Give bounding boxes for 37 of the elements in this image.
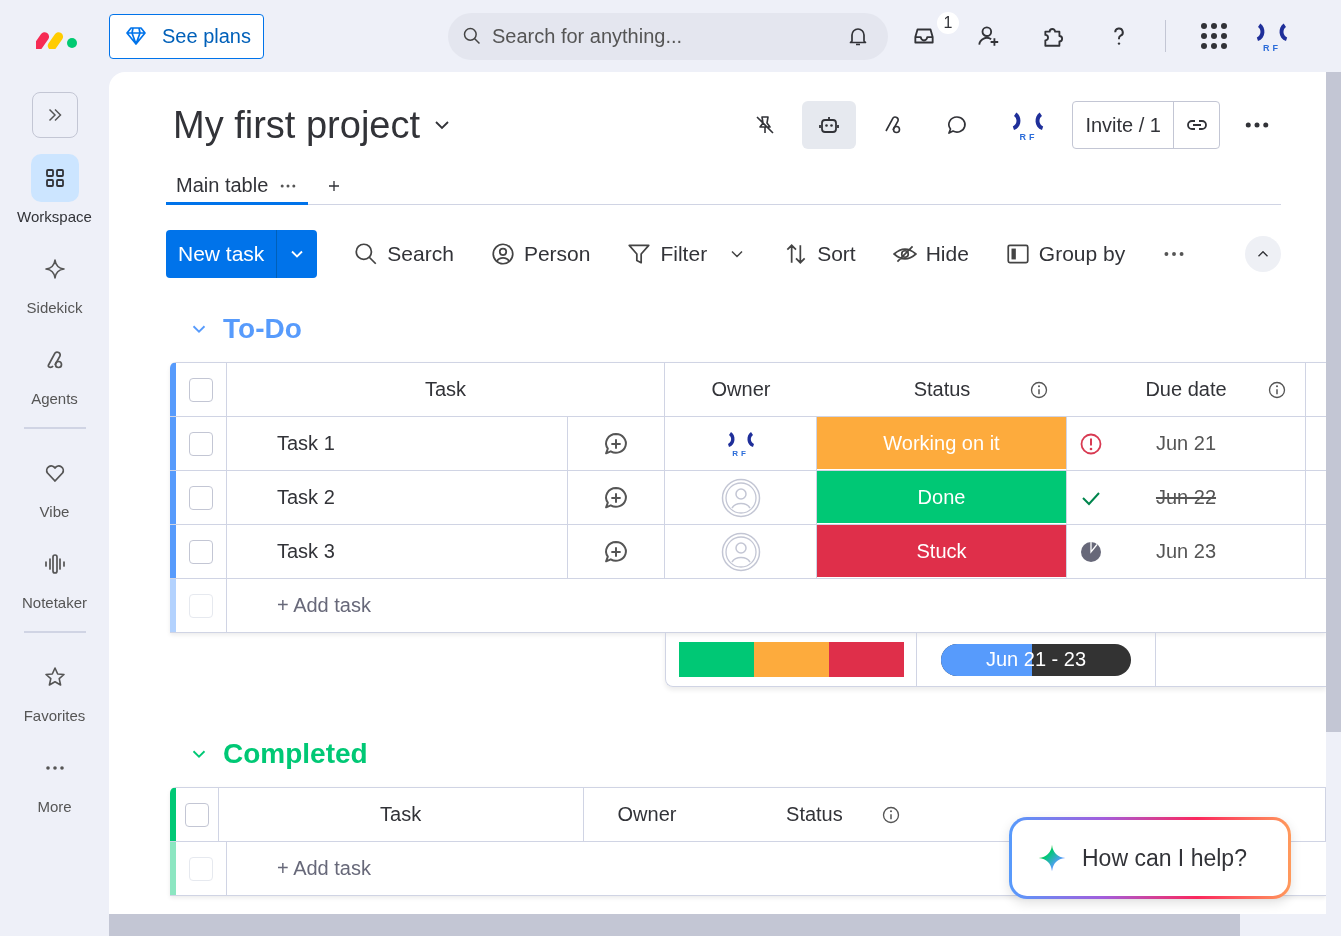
column-header: Task: [218, 788, 584, 841]
assistant-prompt[interactable]: How can I help?: [1009, 817, 1291, 899]
new-task-button[interactable]: New task: [166, 230, 318, 278]
column-header: Owner: [616, 802, 678, 827]
column-header: Due date: [1145, 378, 1227, 401]
board-title[interactable]: My first project: [173, 103, 421, 147]
see-plans-button[interactable]: See plans: [109, 13, 264, 59]
column-header: Status: [913, 378, 971, 401]
column-header: Task: [227, 363, 665, 416]
sidebar-item[interactable]: Favorites: [4, 653, 105, 724]
sidebar-item[interactable]: Workspace: [4, 154, 105, 225]
due-date[interactable]: Jun 22: [1155, 486, 1253, 509]
hide-button[interactable]: Hide: [891, 241, 969, 267]
sidebar-item[interactable]: Agents: [4, 336, 105, 407]
task-name[interactable]: Task 3: [277, 540, 335, 563]
task-name[interactable]: Task 1: [277, 432, 335, 455]
due-date[interactable]: Jun 23: [1155, 540, 1253, 563]
view-tab[interactable]: Main table: [166, 169, 309, 205]
sidebar-item[interactable]: More: [4, 744, 105, 815]
due-date[interactable]: Jun 21: [1155, 432, 1253, 455]
sidebar-item[interactable]: Notetaker: [4, 540, 105, 611]
sort-button[interactable]: Sort: [783, 241, 856, 267]
task-name[interactable]: Task 2: [277, 486, 335, 509]
search-button[interactable]: Search: [353, 241, 454, 267]
column-header: Owner: [710, 377, 772, 402]
person-filter-button[interactable]: Person: [489, 241, 591, 267]
group-by-button[interactable]: Group by: [1004, 241, 1126, 267]
add-task-link[interactable]: + Add task: [277, 594, 371, 617]
notification-badge: 1: [936, 12, 959, 34]
sidebar-item[interactable]: Sidekick: [4, 245, 105, 316]
search-field[interactable]: Search for anything...: [489, 23, 838, 49]
sidebar-item[interactable]: Vibe: [4, 449, 105, 520]
column-header: Status: [786, 803, 843, 826]
filter-button[interactable]: Filter: [626, 241, 748, 267]
status-label[interactable]: Stuck: [817, 525, 1067, 578]
search-bar[interactable]: Search for anything...: [447, 12, 888, 60]
add-task-link[interactable]: + Add task: [277, 857, 371, 880]
